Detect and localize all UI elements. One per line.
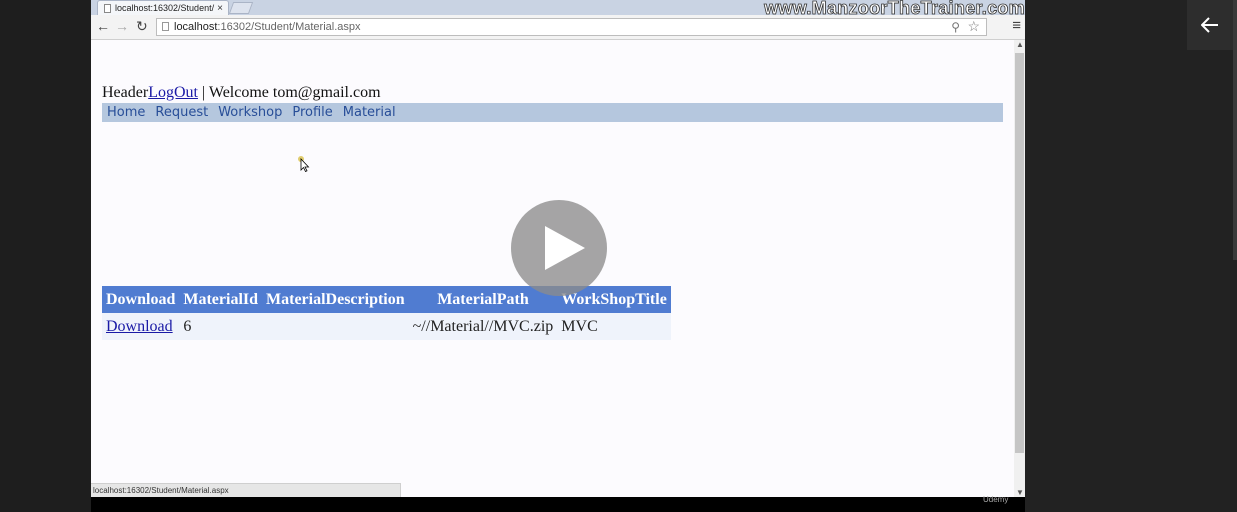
material-id-cell: 6 [179,313,263,340]
download-link[interactable]: Download [106,318,173,335]
logout-link[interactable]: LogOut [148,84,198,101]
scroll-down-icon[interactable]: ▼ [1016,488,1024,497]
workshop-title-cell: MVC [557,313,671,340]
play-button[interactable] [511,200,607,296]
page-content: HeaderLogOut | Welcome tom@gmail.com Hom… [91,40,1014,497]
back-arrow-icon [1201,17,1218,33]
material-grid: Download MaterialId MaterialDescription … [102,286,671,340]
menu-item-workshop[interactable]: Workshop [218,105,282,120]
right-scrollbar[interactable] [1233,0,1237,260]
column-header-download: Download [102,286,180,313]
status-bar: localhost:16302/Student/Material.aspx [91,483,401,497]
tab-title: localhost:16302/Student/ [115,3,215,13]
header-text: Header [102,84,149,101]
nav-menu: Home Request Workshop Profile Material [102,103,1003,122]
udemy-logo: Udemy [983,495,1009,504]
url-host: localhost [174,21,218,33]
left-video-margin [0,0,91,512]
right-video-panel [1025,0,1237,512]
scrollbar-thumb[interactable] [1015,53,1024,453]
url-text: localhost:16302/Student/Material.aspx [174,19,361,35]
close-icon[interactable]: × [217,3,223,14]
download-cell: Download [102,313,180,340]
page-scrollbar[interactable]: ▲ ▼ [1014,40,1025,497]
material-description-cell [262,313,409,340]
back-arrow-icon[interactable]: ← [96,18,110,34]
welcome-text: | Welcome tom@gmail.com [197,84,381,101]
back-button[interactable] [1187,0,1233,50]
page-icon [162,22,169,31]
tab-strip: localhost:16302/Student/ × www.ManzoorTh… [91,0,1025,18]
new-tab-button[interactable] [228,2,254,14]
url-path: :16302/Student/Material.aspx [217,21,361,33]
scroll-up-icon[interactable]: ▲ [1016,40,1024,49]
browser-window: localhost:16302/Student/ × www.ManzoorTh… [91,0,1025,497]
menu-item-profile[interactable]: Profile [292,105,332,120]
play-icon [545,226,585,270]
material-path-cell: ~//Material//MVC.zip [408,313,558,340]
browser-toolbar: ← → ↻ localhost:16302/Student/Material.a… [91,15,1025,40]
browser-tab[interactable]: localhost:16302/Student/ × [97,0,229,15]
table-row: Download 6 ~//Material//MVC.zip MVC [102,313,671,340]
menu-item-material[interactable]: Material [343,105,396,120]
video-bottom-bar [91,497,1025,512]
reload-icon[interactable]: ↻ [136,18,148,35]
page-header: HeaderLogOut | Welcome tom@gmail.com [102,84,381,102]
page-icon [104,3,111,13]
grid-header-row: Download MaterialId MaterialDescription … [102,286,671,313]
zoom-icon[interactable]: ⚲ [951,19,960,35]
cursor-icon [298,156,310,172]
star-icon[interactable]: ☆ [967,18,980,34]
address-bar[interactable]: localhost:16302/Student/Material.aspx ⚲ … [156,18,987,36]
column-header-material-id: MaterialId [179,286,263,313]
column-header-material-description: MaterialDescription [262,286,409,313]
forward-arrow-icon[interactable]: → [115,18,129,34]
menu-item-request[interactable]: Request [155,105,208,120]
menu-item-home[interactable]: Home [107,105,145,120]
menu-icon[interactable]: ≡ [1012,17,1021,34]
